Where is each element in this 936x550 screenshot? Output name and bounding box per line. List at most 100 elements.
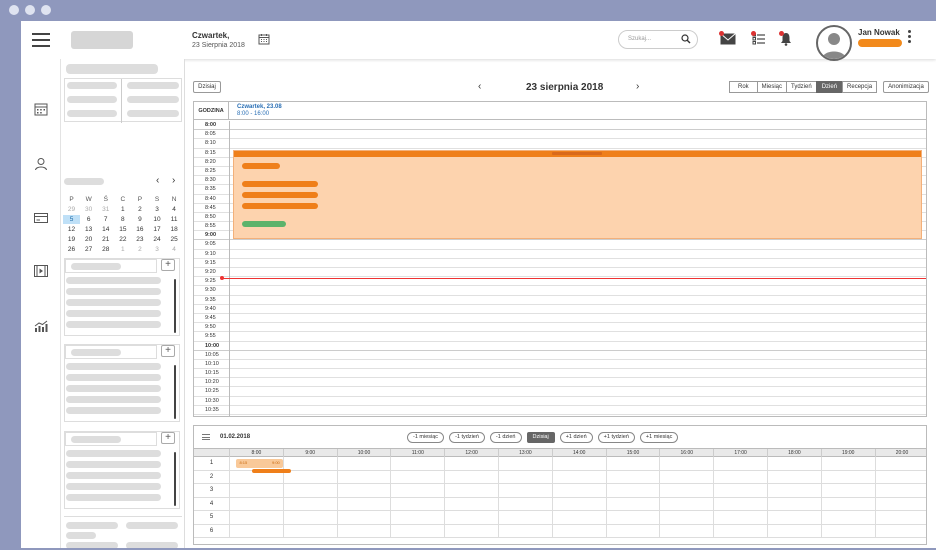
mini-calendar-day[interactable]: 26 (63, 245, 80, 254)
window-minimize-dot[interactable] (25, 5, 35, 15)
mini-calendar-day[interactable]: 4 (166, 205, 183, 214)
mini-calendar-day[interactable]: 14 (97, 225, 114, 234)
appointment-block[interactable] (233, 150, 922, 239)
mini-calendar-prev[interactable]: ‹ (156, 175, 159, 186)
resource-row[interactable]: 3 (194, 484, 926, 498)
mini-calendar-day[interactable]: 17 (148, 225, 165, 234)
mini-calendar-day[interactable]: 25 (166, 235, 183, 244)
time-slot-row[interactable]: 9:35 (194, 296, 926, 305)
panel-3-scrollbar[interactable] (174, 452, 176, 506)
mini-calendar-day[interactable]: 21 (97, 235, 114, 244)
mini-calendar-day[interactable]: 29 (63, 205, 80, 214)
time-slot-row[interactable]: 9:40 (194, 305, 926, 314)
time-slot-row[interactable]: 10:35 (194, 406, 926, 415)
mini-calendar-day[interactable]: 12 (63, 225, 80, 234)
time-slot-row[interactable]: 10:30 (194, 397, 926, 406)
panel-2-scrollbar[interactable] (174, 365, 176, 419)
search-icon[interactable] (681, 34, 691, 44)
mini-calendar-day[interactable]: 30 (80, 205, 97, 214)
mini-calendar-day[interactable]: 11 (166, 215, 183, 224)
mini-calendar-day[interactable]: 20 (80, 235, 97, 244)
mini-calendar-day[interactable]: 9 (131, 215, 148, 224)
mini-calendar-day[interactable]: 8 (114, 215, 131, 224)
window-maximize-dot[interactable] (41, 5, 51, 15)
appointment-drag-handle[interactable] (552, 152, 602, 155)
window-close-dot[interactable] (9, 5, 19, 15)
mini-calendar-day[interactable]: 1 (114, 205, 131, 214)
day-column-header[interactable]: Czwartek, 23.08 8:00 - 16:00 (237, 104, 282, 118)
mini-calendar-day[interactable]: 3 (148, 245, 165, 254)
mini-calendar-day[interactable]: 2 (131, 205, 148, 214)
resource-row[interactable]: 1 (194, 457, 926, 471)
mini-calendar-day[interactable]: 22 (114, 235, 131, 244)
bell-icon[interactable] (779, 31, 796, 46)
time-slot-row[interactable]: 10:05 (194, 351, 926, 360)
time-slot-row[interactable]: 8:00 (194, 121, 926, 131)
mini-calendar-day[interactable]: 13 (80, 225, 97, 234)
time-slot-row[interactable]: 9:55 (194, 332, 926, 342)
time-slot-row[interactable]: 8:10 (194, 139, 926, 149)
panel-1-scrollbar[interactable] (174, 279, 176, 333)
view-reception-button[interactable]: Recepcja (842, 81, 878, 93)
prev-day-button[interactable]: ‹ (478, 81, 481, 92)
nav-user-icon[interactable] (33, 156, 49, 172)
mini-calendar-day[interactable]: 18 (166, 225, 183, 234)
minus-week-button[interactable]: -1 tydzień (449, 432, 485, 443)
reservation-block[interactable]: 8:15 9:00 (236, 459, 283, 468)
time-slot-row[interactable]: 10:25 (194, 387, 926, 397)
panel-1-add-button[interactable]: + (161, 259, 175, 271)
resource-row[interactable]: 2 (194, 471, 926, 484)
time-slot-row[interactable]: 9:10 (194, 250, 926, 259)
time-slot-row[interactable]: 9:15 (194, 259, 926, 268)
view-year-button[interactable]: Rok (729, 81, 757, 93)
time-slot-row[interactable]: 8:05 (194, 130, 926, 140)
view-day-button[interactable]: Dzień (815, 81, 843, 93)
plus-month-button[interactable]: +1 miesiąc (639, 432, 679, 443)
nav-card-icon[interactable] (33, 210, 49, 226)
time-slot-row[interactable]: 9:20 (194, 268, 926, 278)
menu-button[interactable] (21, 21, 61, 59)
mini-calendar-day[interactable]: 19 (63, 235, 80, 244)
next-day-button[interactable]: › (636, 81, 639, 92)
anonymize-button[interactable]: Anonimizacja (883, 81, 929, 93)
time-slot-row[interactable]: 10:10 (194, 360, 926, 370)
mini-calendar-day[interactable]: 4 (166, 245, 183, 254)
mini-calendar-next[interactable]: › (172, 175, 175, 186)
resource-row[interactable]: 4 (194, 498, 926, 511)
time-slot-row[interactable]: 9:30 (194, 286, 926, 296)
calendar-icon[interactable] (258, 33, 270, 45)
mini-calendar-day[interactable]: 5 (63, 215, 81, 224)
mini-calendar-day[interactable]: 3 (148, 205, 165, 214)
panel-3-add-button[interactable]: + (161, 432, 175, 444)
mini-calendar-day[interactable]: 6 (80, 215, 97, 224)
time-slot-row[interactable]: 10:20 (194, 378, 926, 388)
time-slot-row[interactable]: 9:05 (194, 240, 926, 250)
timeline-today-button[interactable]: Dzisiaj (526, 432, 555, 443)
plus-week-button[interactable]: +1 tydzień (597, 432, 635, 443)
minus-day-button[interactable]: -1 dzień (489, 432, 522, 443)
view-month-button[interactable]: Miesiąc (756, 81, 787, 93)
mini-calendar-day[interactable]: 15 (114, 225, 131, 234)
nav-stats-icon[interactable] (33, 318, 49, 334)
nav-calendar-icon[interactable] (33, 101, 49, 117)
more-options-icon[interactable] (908, 30, 911, 43)
timeline-menu-icon[interactable] (202, 434, 210, 440)
mini-calendar-day[interactable]: 28 (97, 245, 114, 254)
time-slot-row[interactable]: 9:45 (194, 314, 926, 324)
mini-calendar-day[interactable]: 16 (131, 225, 148, 234)
view-week-button[interactable]: Tydzień (786, 81, 816, 93)
user-name[interactable]: Jan Nowak (858, 28, 900, 37)
mini-calendar-day[interactable]: 27 (80, 245, 97, 254)
time-slot-row[interactable]: 10:00 (194, 342, 926, 351)
mini-calendar-day[interactable]: 2 (131, 245, 148, 254)
mini-calendar-day[interactable]: 1 (114, 245, 131, 254)
tasks-icon[interactable] (751, 31, 768, 46)
mail-icon[interactable] (719, 31, 736, 46)
panel-2-add-button[interactable]: + (161, 345, 175, 357)
time-slot-row[interactable]: 9:50 (194, 323, 926, 333)
time-slot-row[interactable]: 10:15 (194, 369, 926, 379)
resource-row[interactable]: 6 (194, 525, 926, 538)
minus-month-button[interactable]: -1 miesiąc (407, 432, 445, 443)
mini-calendar-day[interactable]: 7 (97, 215, 114, 224)
mini-calendar-day[interactable]: 31 (97, 205, 114, 214)
